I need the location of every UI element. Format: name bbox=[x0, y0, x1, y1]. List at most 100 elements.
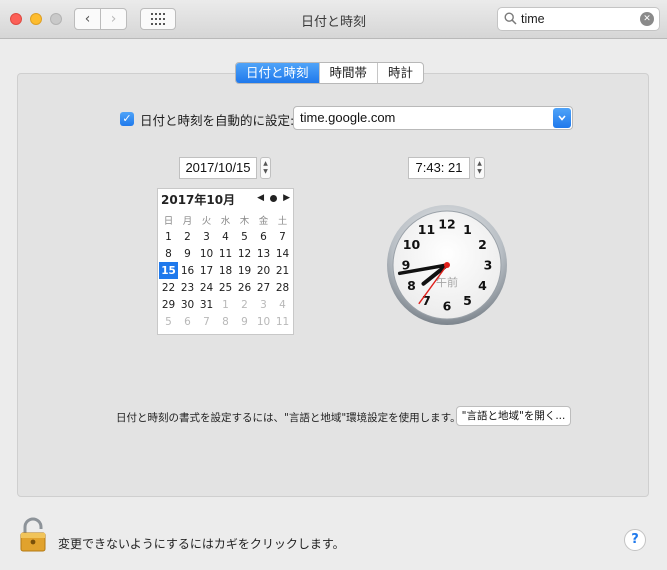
weekday-header-row: 日 月 火 水 木 金 土 bbox=[159, 211, 292, 228]
stepper-up-icon: ▲ bbox=[477, 160, 482, 167]
calendar-day[interactable]: 4 bbox=[216, 228, 235, 245]
calendar-day[interactable]: 2 bbox=[235, 296, 254, 313]
stepper-up-icon: ▲ bbox=[263, 160, 268, 167]
clock-number: 3 bbox=[484, 258, 493, 273]
lock-message: 変更できないようにするにはカギをクリックします。 bbox=[58, 537, 345, 551]
calendar-day[interactable]: 20 bbox=[254, 262, 273, 279]
clock-center-pin bbox=[444, 262, 450, 268]
calendar-day[interactable]: 10 bbox=[254, 313, 273, 330]
calendar-day[interactable]: 31 bbox=[197, 296, 216, 313]
clock-number: 5 bbox=[463, 293, 472, 308]
previous-month-icon[interactable]: ◀ bbox=[257, 193, 264, 203]
calendar-month-title: 2017年10月 bbox=[161, 193, 236, 207]
calendar-day[interactable]: 1 bbox=[216, 296, 235, 313]
calendar-day[interactable]: 6 bbox=[254, 228, 273, 245]
calendar-day[interactable]: 12 bbox=[235, 245, 254, 262]
chevron-down-icon bbox=[558, 115, 566, 121]
date-stepper[interactable]: ▲ ▼ bbox=[260, 157, 271, 179]
calendar-day[interactable]: 3 bbox=[254, 296, 273, 313]
calendar-grid: 日 月 火 水 木 金 土 1 2 3 4 5 6 7 8 9 10 11 12 13 14 15 16 17 1… bbox=[159, 211, 292, 330]
search-input[interactable]: time bbox=[521, 12, 545, 26]
calendar-day[interactable]: 7 bbox=[273, 228, 292, 245]
stepper-down-icon: ▼ bbox=[263, 168, 268, 175]
calendar-day[interactable]: 4 bbox=[273, 296, 292, 313]
calendar-day[interactable]: 19 bbox=[235, 262, 254, 279]
calendar-day[interactable]: 9 bbox=[178, 245, 197, 262]
clock-number: 11 bbox=[418, 222, 435, 237]
calendar-day[interactable]: 2 bbox=[178, 228, 197, 245]
auto-set-checkbox[interactable]: ✓ bbox=[120, 112, 134, 126]
clear-search-icon[interactable]: ✕ bbox=[640, 12, 654, 26]
auto-set-row: ✓ 日付と時刻を自動的に設定: bbox=[120, 108, 294, 130]
weekday-label: 月 bbox=[182, 215, 193, 227]
clock-number: 8 bbox=[407, 278, 416, 293]
calendar-day[interactable]: 28 bbox=[273, 279, 292, 296]
dropdown-button[interactable] bbox=[553, 108, 571, 128]
calendar-day[interactable]: 10 bbox=[197, 245, 216, 262]
search-field[interactable]: time ✕ bbox=[497, 7, 660, 31]
calendar-day[interactable]: 26 bbox=[235, 279, 254, 296]
date-field[interactable]: 2017/10/15 bbox=[179, 157, 257, 179]
calendar-day[interactable]: 7 bbox=[197, 313, 216, 330]
time-stepper[interactable]: ▲ ▼ bbox=[474, 157, 485, 179]
calendar-day[interactable]: 11 bbox=[216, 245, 235, 262]
clock-number: 1 bbox=[463, 222, 472, 237]
calendar-day[interactable]: 22 bbox=[159, 279, 178, 296]
weekday-label: 金 bbox=[258, 215, 269, 227]
stepper-down-icon: ▼ bbox=[477, 168, 482, 175]
calendar-day[interactable]: 1 bbox=[159, 228, 178, 245]
calendar-week-row: 8 9 10 11 12 13 14 bbox=[159, 245, 292, 262]
tab-bar: 日付と時刻 時間帯 時計 bbox=[235, 62, 425, 84]
calendar-day[interactable]: 21 bbox=[273, 262, 292, 279]
calendar-day[interactable]: 5 bbox=[235, 228, 254, 245]
calendar-day[interactable]: 29 bbox=[159, 296, 178, 313]
calendar-day[interactable]: 18 bbox=[216, 262, 235, 279]
calendar-week-row: 29 30 31 1 2 3 4 bbox=[159, 296, 292, 313]
calendar-week-row: 1234567 bbox=[159, 228, 292, 245]
format-note: 日付と時刻の書式を設定するには、"言語と地域"環境設定を使用します。 bbox=[116, 412, 461, 424]
calendar-day[interactable]: 5 bbox=[159, 313, 178, 330]
calendar-day[interactable]: 25 bbox=[216, 279, 235, 296]
calendar-day[interactable]: 24 bbox=[197, 279, 216, 296]
time-field[interactable]: 7:43: 21 bbox=[408, 157, 470, 179]
calendar-week-row: 15 16 17 18 19 20 21 bbox=[159, 262, 292, 279]
clock-number: 6 bbox=[443, 299, 452, 314]
calendar-nav: ◀ ▶ bbox=[257, 193, 290, 203]
tab-time-zone[interactable]: 時間帯 bbox=[318, 63, 378, 83]
calendar-day[interactable]: 16 bbox=[178, 262, 197, 279]
clock-number: 2 bbox=[478, 237, 487, 252]
clock-number: 10 bbox=[403, 237, 421, 252]
calendar-day[interactable]: 23 bbox=[178, 279, 197, 296]
calendar-day[interactable]: 14 bbox=[273, 245, 292, 262]
calendar-day[interactable]: 30 bbox=[178, 296, 197, 313]
weekday-label: 木 bbox=[239, 215, 250, 227]
open-language-region-button[interactable]: "言語と地域"を開く... bbox=[456, 406, 571, 426]
calendar-day[interactable]: 27 bbox=[254, 279, 273, 296]
today-icon[interactable] bbox=[270, 194, 278, 202]
lock-icon[interactable] bbox=[17, 517, 49, 553]
calendar-day[interactable]: 13 bbox=[254, 245, 273, 262]
calendar-days: 1 2 3 4 5 6 7 8 9 10 11 12 13 14 15 16 17 18 19 20 21 22 23 24 2… bbox=[159, 228, 292, 330]
calendar-day[interactable]: 8 bbox=[159, 245, 178, 262]
tab-clock[interactable]: 時計 bbox=[377, 63, 423, 83]
calendar-day[interactable]: 8 bbox=[216, 313, 235, 330]
calendar-day[interactable]: 15 bbox=[159, 262, 178, 279]
calendar-day[interactable]: 17 bbox=[197, 262, 216, 279]
weekday-label: 火 bbox=[201, 215, 212, 227]
calendar: 2017年10月 ◀ ▶ 日 月 火 水 木 金 土 1 2 3 4 5 6 7 8 9 10 11… bbox=[157, 188, 294, 335]
calendar-day[interactable]: 11 bbox=[273, 313, 292, 330]
settings-panel bbox=[17, 73, 649, 497]
calendar-day[interactable]: 6 bbox=[178, 313, 197, 330]
help-button[interactable]: ? bbox=[624, 529, 646, 551]
analog-clock: 午前 12 1234567891011 bbox=[387, 205, 507, 325]
calendar-day[interactable]: 3 bbox=[197, 228, 216, 245]
clock-number: 4 bbox=[478, 278, 487, 293]
time-server-combobox[interactable]: time.google.com bbox=[293, 106, 573, 130]
next-month-icon[interactable]: ▶ bbox=[283, 193, 290, 203]
weekday-label: 土 bbox=[277, 215, 288, 227]
tab-date-time[interactable]: 日付と時刻 bbox=[236, 63, 319, 83]
toolbar: ‹ › 日付と時刻 time ✕ bbox=[0, 0, 667, 39]
weekday-label: 日 bbox=[163, 215, 174, 227]
calendar-day[interactable]: 9 bbox=[235, 313, 254, 330]
search-icon bbox=[504, 12, 517, 25]
